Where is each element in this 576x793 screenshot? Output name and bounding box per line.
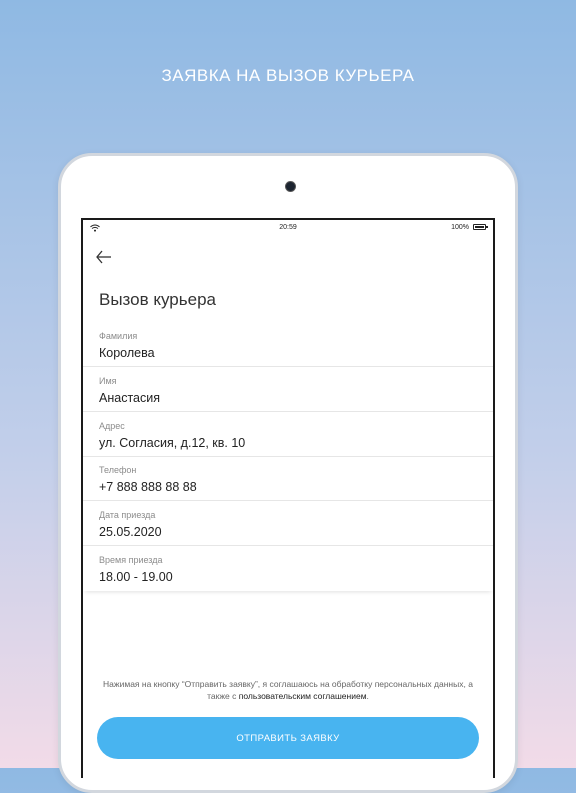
consent-text-after: .: [366, 691, 369, 701]
arrival-time-value: 18.00 - 19.00: [99, 570, 173, 584]
battery-icon: [473, 224, 488, 230]
app-screen: 20:59 100% Вызов курьера Фамилия Королев…: [81, 218, 495, 778]
battery-percent: 100%: [451, 224, 469, 231]
name-value: Анастасия: [99, 391, 160, 405]
address-field[interactable]: Адрес ул. Согласия, д.12, кв. 10: [83, 413, 493, 457]
status-bar: 20:59 100%: [83, 220, 493, 236]
address-label: Адрес: [99, 421, 125, 431]
consent-text: Нажимая на кнопку “Отправить заявку”, я …: [103, 678, 473, 702]
arrival-time-label: Время приезда: [99, 555, 163, 565]
user-agreement-link[interactable]: пользовательским соглашением: [239, 691, 367, 701]
name-field[interactable]: Имя Анастасия: [83, 368, 493, 412]
arrival-date-value: 25.05.2020: [99, 525, 162, 539]
phone-field[interactable]: Телефон +7 888 888 88 88: [83, 457, 493, 501]
submit-request-button[interactable]: ОТПРАВИТЬ ЗАЯВКУ: [97, 717, 479, 759]
arrow-left-icon[interactable]: [93, 246, 115, 268]
surname-field[interactable]: Фамилия Королева: [83, 323, 493, 367]
phone-label: Телефон: [99, 465, 137, 475]
name-label: Имя: [99, 376, 117, 386]
phone-value: +7 888 888 88 88: [99, 480, 197, 494]
surname-value: Королева: [99, 346, 155, 360]
page-title: Вызов курьера: [99, 290, 216, 309]
address-value: ул. Согласия, д.12, кв. 10: [99, 436, 246, 450]
surname-label: Фамилия: [99, 331, 138, 341]
arrival-date-label: Дата приезда: [99, 510, 156, 520]
camera-dot: [285, 181, 296, 192]
arrival-date-field[interactable]: Дата приезда 25.05.2020: [83, 502, 493, 546]
arrival-time-field[interactable]: Время приезда 18.00 - 19.00: [83, 547, 493, 591]
promo-headline: ЗАЯВКА НА ВЫЗОВ КУРЬЕРА: [161, 66, 415, 85]
status-time: 20:59: [279, 224, 297, 231]
